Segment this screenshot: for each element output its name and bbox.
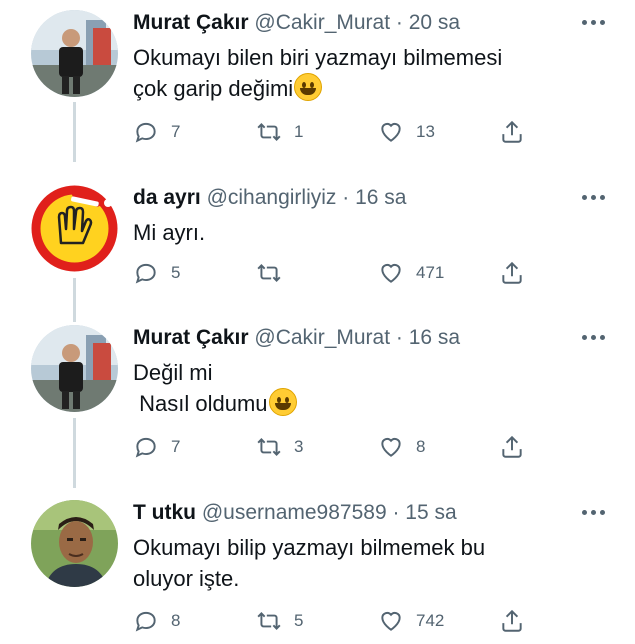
retweet-button[interactable] <box>256 258 294 288</box>
share-button[interactable] <box>499 258 525 288</box>
tweet[interactable]: Murat Çakır @Cakir_Murat · 20 sa Okumayı… <box>0 0 635 160</box>
display-name[interactable]: Murat Çakır <box>133 326 249 349</box>
tweet-header: T utku @username987589 · 15 sa <box>133 500 457 526</box>
heart-icon <box>381 122 401 142</box>
like-button[interactable]: 742 <box>378 606 444 636</box>
retweet-button[interactable]: 5 <box>256 606 303 636</box>
retweet-count: 5 <box>294 611 304 630</box>
heart-icon <box>381 611 401 631</box>
timestamp[interactable]: 15 sa <box>405 501 456 524</box>
reply-button[interactable]: 5 <box>133 258 180 288</box>
like-button[interactable]: 13 <box>378 117 435 147</box>
more-options-icon[interactable] <box>582 195 605 200</box>
reply-count: 7 <box>171 437 181 456</box>
share-button[interactable] <box>499 606 525 636</box>
reply-count: 8 <box>171 611 181 630</box>
reply-count: 7 <box>171 122 181 141</box>
grinning-face-emoji <box>294 73 323 101</box>
share-button[interactable] <box>499 117 525 147</box>
reply-button[interactable]: 7 <box>133 432 180 462</box>
text-line: Mi ayrı. <box>133 220 206 245</box>
more-options-icon[interactable] <box>582 510 605 515</box>
reply-icon <box>135 611 156 632</box>
text-line: çok garip değimi <box>133 73 502 104</box>
share-icon <box>502 120 522 143</box>
grinning-face-emoji <box>268 388 297 416</box>
tweet-text: Okumayı bilip yazmayı bilmemek bu oluyor… <box>133 532 485 594</box>
avatar[interactable] <box>31 500 118 587</box>
tweet-actions: 5 471 <box>133 258 533 288</box>
retweet-icon <box>257 123 281 141</box>
tweet-actions: 7 3 8 <box>133 432 533 462</box>
retweet-count: 1 <box>294 122 304 141</box>
tweet-actions: 7 1 13 <box>133 117 533 147</box>
tweet-header: Murat Çakır @Cakir_Murat · 16 sa <box>133 325 460 351</box>
avatar[interactable] <box>31 185 118 272</box>
like-count: 8 <box>416 437 426 456</box>
text-line: Değil mi <box>133 360 213 385</box>
share-icon <box>502 261 522 284</box>
text-line: oluyor işte. <box>133 566 240 591</box>
like-button[interactable]: 471 <box>378 258 444 288</box>
tweet-text: Değil mi Nasıl oldumu <box>133 357 297 419</box>
retweet-icon <box>257 612 281 630</box>
reply-icon <box>135 263 156 284</box>
reply-icon <box>135 122 156 143</box>
like-count: 13 <box>416 122 435 141</box>
retweet-count: 3 <box>294 437 304 456</box>
heart-icon <box>381 263 401 283</box>
username[interactable]: @cihangirliyiz <box>207 186 337 209</box>
tweet-text: Okumayı bilen biri yazmayı bilmemesi çok… <box>133 42 502 104</box>
avatar[interactable] <box>31 325 118 412</box>
heart-icon <box>381 437 401 457</box>
retweet-icon <box>257 264 281 282</box>
share-button[interactable] <box>499 432 525 462</box>
timestamp[interactable]: 20 sa <box>409 11 460 34</box>
username[interactable]: @Cakir_Murat <box>254 326 390 349</box>
display-name[interactable]: Murat Çakır <box>133 11 249 34</box>
like-count: 742 <box>416 611 445 630</box>
tweet[interactable]: da ayrı @cihangirliyiz · 16 sa Mi ayrı. … <box>0 175 635 305</box>
tweet-header: da ayrı @cihangirliyiz · 16 sa <box>133 185 406 211</box>
display-name[interactable]: T utku <box>133 501 196 524</box>
tweet-actions: 8 5 742 <box>133 606 533 636</box>
tweet-header: Murat Çakır @Cakir_Murat · 20 sa <box>133 10 460 36</box>
reply-icon <box>135 437 156 458</box>
display-name[interactable]: da ayrı <box>133 186 201 209</box>
reply-button[interactable]: 7 <box>133 117 180 147</box>
timestamp[interactable]: 16 sa <box>409 326 460 349</box>
text-line: Okumayı bilen biri yazmayı bilmemesi <box>133 45 503 70</box>
like-count: 471 <box>416 263 445 282</box>
text-line: Okumayı bilip yazmayı bilmemek bu <box>133 535 486 560</box>
share-icon <box>502 435 522 458</box>
retweet-icon <box>257 438 281 456</box>
username[interactable]: @Cakir_Murat <box>254 11 390 34</box>
separator-dot: · <box>336 186 356 209</box>
share-icon <box>502 609 522 632</box>
avatar[interactable] <box>31 10 118 97</box>
tweet[interactable]: Murat Çakır @Cakir_Murat · 16 sa Değil m… <box>0 315 635 475</box>
more-options-icon[interactable] <box>582 335 605 340</box>
separator-dot: · <box>390 326 409 349</box>
reply-count: 5 <box>171 263 181 282</box>
tweet[interactable]: T utku @username987589 · 15 sa Okumayı b… <box>0 490 635 644</box>
separator-dot: · <box>386 501 406 524</box>
more-options-icon[interactable] <box>582 20 605 25</box>
tweet-text: Mi ayrı. <box>133 217 205 248</box>
like-button[interactable]: 8 <box>378 432 425 462</box>
timestamp[interactable]: 16 sa <box>355 186 406 209</box>
retweet-button[interactable]: 1 <box>256 117 303 147</box>
text-line: Nasıl oldumu <box>133 388 297 419</box>
separator-dot: · <box>390 11 409 34</box>
username[interactable]: @username987589 <box>202 501 387 524</box>
reply-button[interactable]: 8 <box>133 606 180 636</box>
retweet-button[interactable]: 3 <box>256 432 303 462</box>
